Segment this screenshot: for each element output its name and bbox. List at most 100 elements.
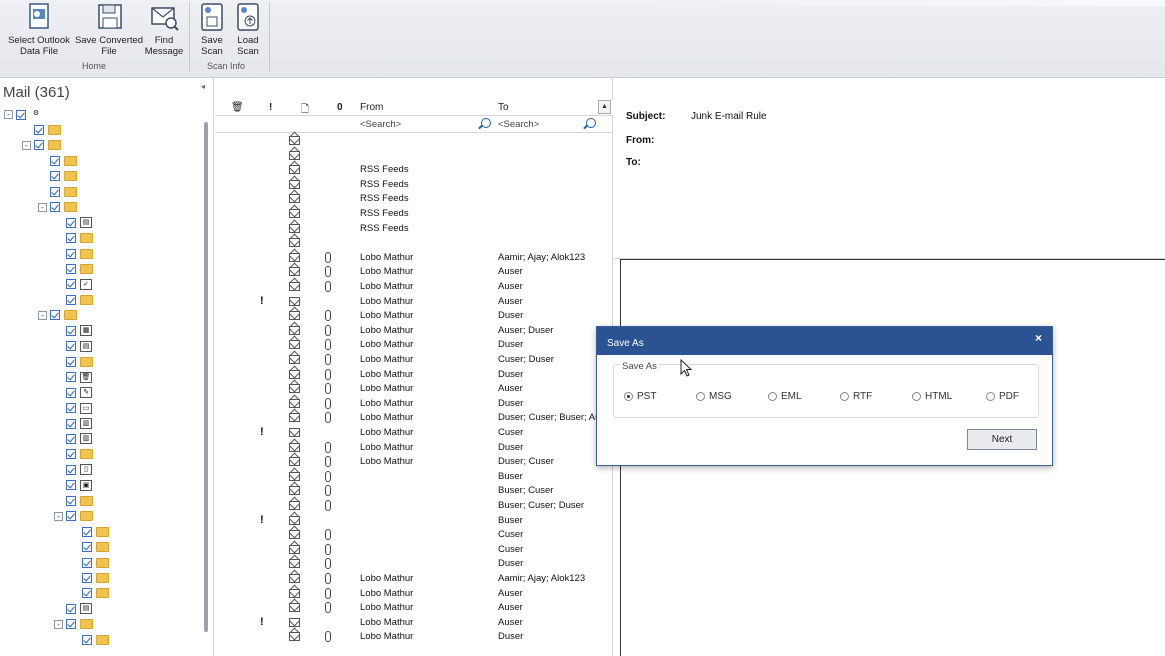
format-option-eml[interactable]: EML	[768, 391, 802, 402]
load-scan-button[interactable]: Load Scan	[231, 2, 265, 57]
message-row[interactable]: RSS Feeds	[215, 163, 610, 178]
find-message-button[interactable]: Find Message	[143, 2, 185, 57]
expand-toggle-icon[interactable]: -	[54, 619, 63, 629]
expand-toggle-icon[interactable]: -	[4, 110, 13, 119]
message-row[interactable]: Lobo Mathur Auser	[215, 280, 610, 295]
checkbox[interactable]	[66, 403, 76, 414]
checkbox[interactable]	[82, 542, 92, 553]
checkbox[interactable]	[66, 418, 76, 429]
message-row[interactable]: ! Lobo Mathur Auser	[215, 295, 610, 310]
message-row[interactable]: RSS Feeds	[215, 207, 610, 222]
checkbox[interactable]	[50, 186, 60, 197]
checkbox[interactable]	[50, 155, 60, 166]
message-row[interactable]: Cuser	[215, 543, 610, 558]
message-row[interactable]: Lobo Mathur Duser; Cuser	[215, 455, 610, 470]
radio-button[interactable]	[912, 392, 921, 401]
select-outlook-data-file-button[interactable]: Select Outlook Data File	[4, 2, 74, 57]
message-row[interactable]: Lobo Mathur Duser	[215, 338, 610, 353]
message-row[interactable]: Duser	[215, 557, 610, 572]
message-row[interactable]: Buser	[215, 470, 610, 485]
checkbox[interactable]	[16, 109, 26, 120]
save-scan-button[interactable]: Save Scan	[196, 2, 228, 57]
message-row[interactable]: Lobo Mathur Cuser; Duser	[215, 353, 610, 368]
checkbox[interactable]	[66, 264, 76, 274]
expand-toggle-icon[interactable]: -	[38, 310, 47, 320]
checkbox[interactable]	[66, 372, 76, 383]
checkbox[interactable]	[66, 511, 76, 522]
checkbox[interactable]	[66, 619, 76, 630]
message-row[interactable]: Lobo Mathur Duser	[215, 397, 610, 412]
delete-column-icon[interactable]: 🗑	[231, 102, 244, 113]
message-row[interactable]: RSS Feeds	[215, 178, 610, 193]
checkbox[interactable]	[66, 217, 76, 228]
message-row[interactable]: Lobo Mathur Aamir; Ajay; Alok123	[215, 251, 610, 266]
attachment-column-header[interactable]: 0	[337, 102, 343, 113]
expand-toggle-icon[interactable]: -	[54, 511, 63, 521]
checkbox[interactable]	[50, 171, 60, 182]
checkbox[interactable]	[34, 140, 44, 151]
message-row[interactable]: RSS Feeds	[215, 192, 610, 207]
expand-toggle-icon[interactable]: -	[38, 202, 47, 212]
folder-tree-scrollbar[interactable]	[204, 122, 208, 632]
radio-button[interactable]	[696, 392, 705, 401]
message-row[interactable]: Cuser	[215, 528, 610, 543]
checkbox[interactable]	[66, 495, 76, 506]
checkbox[interactable]	[82, 634, 92, 645]
message-row[interactable]: Lobo Mathur Duser	[215, 309, 610, 324]
message-row[interactable]: Lobo Mathur Duser	[215, 441, 610, 456]
checkbox[interactable]	[66, 480, 76, 491]
message-row[interactable]: Lobo Mathur Duser	[215, 368, 610, 383]
message-row[interactable]	[215, 134, 610, 149]
message-row[interactable]: Lobo Mathur Auser	[215, 382, 610, 397]
importance-column-header[interactable]: !	[269, 102, 272, 113]
close-icon[interactable]: ×	[1035, 331, 1042, 345]
message-row[interactable]: Lobo Mathur Duser	[215, 630, 610, 645]
format-option-msg[interactable]: MSG	[696, 391, 732, 402]
next-button[interactable]: Next	[967, 429, 1037, 450]
message-row[interactable]: Lobo Mathur Duser; Cuser; Buser; Au	[215, 411, 610, 426]
checkbox[interactable]	[66, 341, 76, 352]
checkbox[interactable]	[66, 279, 76, 290]
checkbox[interactable]	[66, 233, 76, 244]
checkbox[interactable]	[66, 603, 76, 614]
message-row[interactable]: ! Lobo Mathur Cuser	[215, 426, 610, 441]
checkbox[interactable]	[66, 248, 76, 259]
scroll-up-button[interactable]: ▲	[598, 100, 611, 114]
checkbox[interactable]	[66, 294, 76, 305]
message-row[interactable]: RSS Feeds	[215, 222, 610, 237]
checkbox[interactable]	[66, 325, 76, 336]
checkbox[interactable]	[82, 526, 92, 537]
radio-button[interactable]	[986, 392, 995, 401]
message-row[interactable]: Lobo Mathur Aamir; Ajay; Alok123	[215, 572, 610, 587]
message-row[interactable]: Lobo Mathur Auser	[215, 601, 610, 616]
message-row[interactable]: Buser; Cuser	[215, 484, 610, 499]
collapse-pane-button[interactable]: ◂	[201, 82, 205, 91]
checkbox[interactable]	[66, 464, 76, 475]
message-row[interactable]: Lobo Mathur Auser	[215, 587, 610, 602]
message-row[interactable]: Lobo Mathur Auser; Duser	[215, 324, 610, 339]
radio-button[interactable]	[624, 392, 633, 401]
radio-button[interactable]	[768, 392, 777, 401]
format-option-pst[interactable]: PST	[624, 391, 656, 402]
message-row[interactable]	[215, 149, 610, 164]
checkbox[interactable]	[82, 573, 92, 583]
format-option-pdf[interactable]: PDF	[986, 391, 1019, 402]
format-option-rtf[interactable]: RTF	[840, 391, 872, 402]
radio-button[interactable]	[840, 392, 849, 401]
message-row[interactable]: ! Lobo Mathur Auser	[215, 616, 610, 631]
checkbox[interactable]	[66, 449, 76, 460]
save-converted-file-button[interactable]: Save Converted File	[74, 2, 144, 57]
checkbox[interactable]	[66, 387, 76, 398]
message-row[interactable]	[215, 236, 610, 251]
checkbox[interactable]	[34, 124, 44, 135]
search-icon[interactable]	[586, 118, 596, 128]
from-search-input[interactable]: <Search>	[360, 119, 401, 130]
checkbox[interactable]	[50, 202, 60, 213]
message-row[interactable]: ! Buser	[215, 514, 610, 529]
message-row[interactable]: Buser; Cuser; Duser	[215, 499, 610, 514]
to-search-input[interactable]: <Search>	[498, 119, 539, 130]
checkbox[interactable]	[50, 310, 60, 321]
expand-toggle-icon[interactable]: -	[22, 140, 31, 150]
checkbox[interactable]	[66, 433, 76, 444]
from-column-header[interactable]: From	[360, 102, 383, 113]
